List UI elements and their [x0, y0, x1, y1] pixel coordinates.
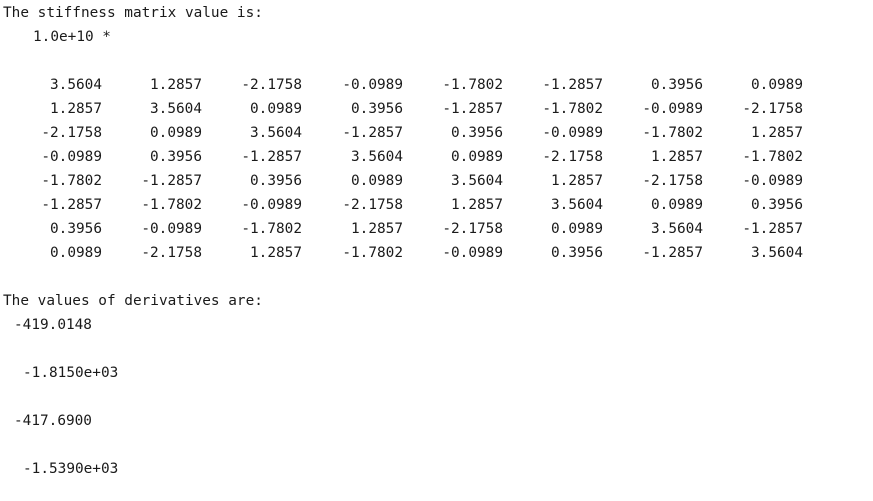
matrix-row: -1.2857 -1.7802 -0.0989 -2.1758 1.2857 3.5604…	[0, 193, 873, 217]
matrix-cell: -0.0989	[742, 173, 803, 189]
matrix-cell: -1.7802	[342, 245, 403, 261]
matrix-row: -1.7802 -1.2857 0.3956 0.0989 3.5604 1.2857 -2…	[0, 169, 873, 193]
matrix-cell: -0.0989	[41, 149, 102, 165]
matrix-cell: 0.0989	[751, 77, 803, 93]
derivative-value: -419.0148	[14, 317, 92, 333]
matrix-cell: 0.0989	[150, 125, 202, 141]
matrix-cell: -2.1758	[642, 173, 703, 189]
matrix-cell: 3.5604	[751, 245, 803, 261]
matrix-cell: 1.2857	[651, 149, 703, 165]
matrix-cell: 0.3956	[150, 149, 202, 165]
matrix-row: 0.3956 -0.0989 -1.7802 1.2857 -2.1758 0.0989 3…	[0, 217, 873, 241]
matrix-cell: 0.0989	[351, 173, 403, 189]
matrix-cell: 0.0989	[651, 197, 703, 213]
matrix-cell: -1.2857	[542, 77, 603, 93]
derivative-value: -1.8150e+03	[23, 365, 119, 381]
matrix-cell: -1.2857	[241, 149, 302, 165]
matrix-cell: -1.7802	[542, 101, 603, 117]
derivative-value: -1.5390e+03	[23, 461, 119, 477]
matrix-cell: -1.2857	[742, 221, 803, 237]
matrix-cell: 1.2857	[751, 125, 803, 141]
matrix-cell: 0.3956	[651, 77, 703, 93]
matrix-row: 0.0989 -2.1758 1.2857 -1.7802 -0.0989 0.3956 -…	[0, 241, 873, 265]
matrix-cell: -2.1758	[41, 125, 102, 141]
matrix-cell: -1.2857	[342, 125, 403, 141]
matrix-cell: -1.7802	[141, 197, 202, 213]
matrix-cell: -1.2857	[41, 197, 102, 213]
matrix-cell: -1.2857	[141, 173, 202, 189]
matrix-cell: 0.3956	[250, 173, 302, 189]
matrix-cell: -1.7802	[442, 77, 503, 93]
matrix-cell: 0.0989	[250, 101, 302, 117]
matrix-cell: 0.3956	[451, 125, 503, 141]
matrix-cell: -1.7802	[41, 173, 102, 189]
matrix-row: -0.0989 0.3956 -1.2857 3.5604 0.0989 -2.1758 1…	[0, 145, 873, 169]
matrix-cell: 1.2857	[50, 101, 102, 117]
matrix-cell: -0.0989	[642, 101, 703, 117]
matrix-cell: 3.5604	[150, 101, 202, 117]
derivatives-heading: The values of derivatives are:	[3, 293, 263, 309]
derivative-value: -417.6900	[14, 413, 92, 429]
matrix-cell: -1.7802	[642, 125, 703, 141]
matrix-cell: 0.0989	[50, 245, 102, 261]
matrix-cell: 3.5604	[50, 77, 102, 93]
matrix-cell: -1.7802	[742, 149, 803, 165]
matrix-cell: 3.5604	[250, 125, 302, 141]
matrix-cell: -2.1758	[241, 77, 302, 93]
scale-factor: 1.0e+10 *	[33, 29, 111, 45]
matrix-cell: 0.3956	[351, 101, 403, 117]
matrix-cell: -0.0989	[542, 125, 603, 141]
matrix-cell: 1.2857	[451, 197, 503, 213]
matrix-cell: -1.7802	[241, 221, 302, 237]
matrix-cell: -0.0989	[342, 77, 403, 93]
matrix-cell: -0.0989	[442, 245, 503, 261]
matrix-cell: 1.2857	[250, 245, 302, 261]
matrix-cell: -0.0989	[141, 221, 202, 237]
matrix-cell: 0.3956	[50, 221, 102, 237]
matrix-cell: -2.1758	[442, 221, 503, 237]
matrix-cell: 0.3956	[551, 245, 603, 261]
matrix-cell: 1.2857	[351, 221, 403, 237]
matrix-cell: 0.0989	[551, 221, 603, 237]
matrix-cell: -2.1758	[342, 197, 403, 213]
matrix-cell: -2.1758	[742, 101, 803, 117]
matrix-cell: -2.1758	[141, 245, 202, 261]
matrix-cell: 0.3956	[751, 197, 803, 213]
matrix-cell: 3.5604	[351, 149, 403, 165]
matrix-cell: 1.2857	[551, 173, 603, 189]
matrix-row: -2.1758 0.0989 3.5604 -1.2857 0.3956 -0.0989 -…	[0, 121, 873, 145]
matrix-row: 1.2857 3.5604 0.0989 0.3956 -1.2857 -1.7802 -0…	[0, 97, 873, 121]
matrix-cell: 1.2857	[150, 77, 202, 93]
matrix-row: 3.5604 1.2857 -2.1758 -0.0989 -1.7802 -1.2857…	[0, 73, 873, 97]
matrix-cell: 3.5604	[551, 197, 603, 213]
matrix-cell: -2.1758	[542, 149, 603, 165]
matrix-cell: 0.0989	[451, 149, 503, 165]
matrix-cell: -1.2857	[442, 101, 503, 117]
matrix-cell: -0.0989	[241, 197, 302, 213]
matrix-cell: 3.5604	[451, 173, 503, 189]
matrix-cell: 3.5604	[651, 221, 703, 237]
stiffness-heading: The stiffness matrix value is:	[3, 5, 263, 21]
matrix-cell: -1.2857	[642, 245, 703, 261]
